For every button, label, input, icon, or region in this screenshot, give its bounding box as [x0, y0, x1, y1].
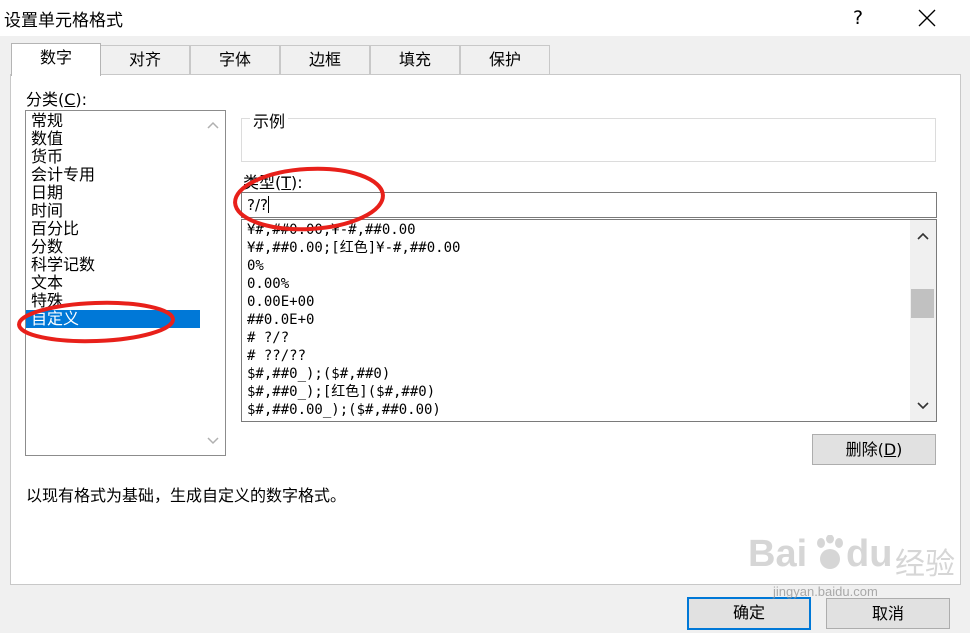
- tab-number[interactable]: 数字: [11, 43, 101, 76]
- ok-button[interactable]: 确定: [687, 597, 811, 630]
- text-caret: [267, 196, 269, 213]
- dialog-title: 设置单元格格式: [4, 11, 123, 31]
- format-item[interactable]: 0.00%: [247, 275, 289, 293]
- format-item[interactable]: ¥#,##0.00;¥-#,##0.00: [247, 221, 416, 239]
- format-scrollbar[interactable]: [910, 220, 936, 421]
- chevron-up-icon[interactable]: [207, 121, 219, 129]
- category-item-special[interactable]: 特殊: [26, 292, 200, 310]
- tab-border[interactable]: 边框: [280, 45, 370, 75]
- format-item[interactable]: ¥#,##0.00;[红色]¥-#,##0.00: [247, 239, 460, 257]
- category-item-date[interactable]: 日期: [26, 184, 200, 202]
- chevron-down-icon[interactable]: [917, 402, 929, 410]
- category-item-percentage[interactable]: 百分比: [26, 220, 200, 238]
- format-description: 以现有格式为基础，生成自定义的数字格式。: [26, 486, 347, 505]
- format-item[interactable]: $#,##0_);($#,##0): [247, 365, 390, 383]
- scrollbar-thumb[interactable]: [911, 289, 934, 318]
- chevron-up-icon[interactable]: [917, 232, 929, 240]
- category-item-number[interactable]: 数值: [26, 130, 200, 148]
- format-item[interactable]: 0.00E+00: [247, 293, 314, 311]
- tab-alignment[interactable]: 对齐: [100, 45, 190, 75]
- chevron-down-icon[interactable]: [207, 437, 219, 445]
- category-label: 分类(C):: [26, 90, 88, 109]
- type-input-value: ?/?: [247, 196, 268, 214]
- tab-fill[interactable]: 填充: [370, 45, 460, 75]
- type-label: 类型(T):: [243, 173, 303, 192]
- delete-button[interactable]: 删除(D): [812, 434, 936, 465]
- category-item-time[interactable]: 时间: [26, 202, 200, 220]
- close-button[interactable]: [905, 0, 951, 36]
- category-scrollbar[interactable]: [201, 111, 225, 455]
- format-item[interactable]: $#,##0_);[红色]($#,##0): [247, 383, 435, 401]
- sample-label: 示例: [250, 108, 289, 132]
- tab-font[interactable]: 字体: [190, 45, 280, 75]
- cancel-button[interactable]: 取消: [826, 598, 950, 629]
- format-item[interactable]: # ?/?: [247, 329, 289, 347]
- type-input[interactable]: ?/?: [241, 192, 937, 218]
- category-list[interactable]: 常规 数值 货币 会计专用 日期 时间 百分比 分数 科学记数 文本 特殊 自定…: [25, 110, 226, 456]
- close-icon: [918, 9, 936, 27]
- title-bar: 设置单元格格式 ?: [0, 0, 970, 36]
- category-item-scientific[interactable]: 科学记数: [26, 256, 200, 274]
- format-item[interactable]: # ??/??: [247, 347, 306, 365]
- category-item-currency[interactable]: 货币: [26, 148, 200, 166]
- tab-protection[interactable]: 保护: [460, 45, 550, 75]
- sample-box: [241, 118, 936, 162]
- format-list[interactable]: ¥#,##0.00;¥-#,##0.00 ¥#,##0.00;[红色]¥-#,#…: [241, 219, 937, 422]
- category-item-text[interactable]: 文本: [26, 274, 200, 292]
- format-item[interactable]: 0%: [247, 257, 264, 275]
- category-item-accounting[interactable]: 会计专用: [26, 166, 200, 184]
- category-item-general[interactable]: 常规: [26, 112, 200, 130]
- category-item-custom[interactable]: 自定义: [26, 310, 200, 328]
- category-item-fraction[interactable]: 分数: [26, 238, 200, 256]
- format-item[interactable]: $#,##0.00_);($#,##0.00): [247, 401, 441, 419]
- help-button[interactable]: ?: [835, 0, 881, 36]
- format-item[interactable]: ##0.0E+0: [247, 311, 314, 329]
